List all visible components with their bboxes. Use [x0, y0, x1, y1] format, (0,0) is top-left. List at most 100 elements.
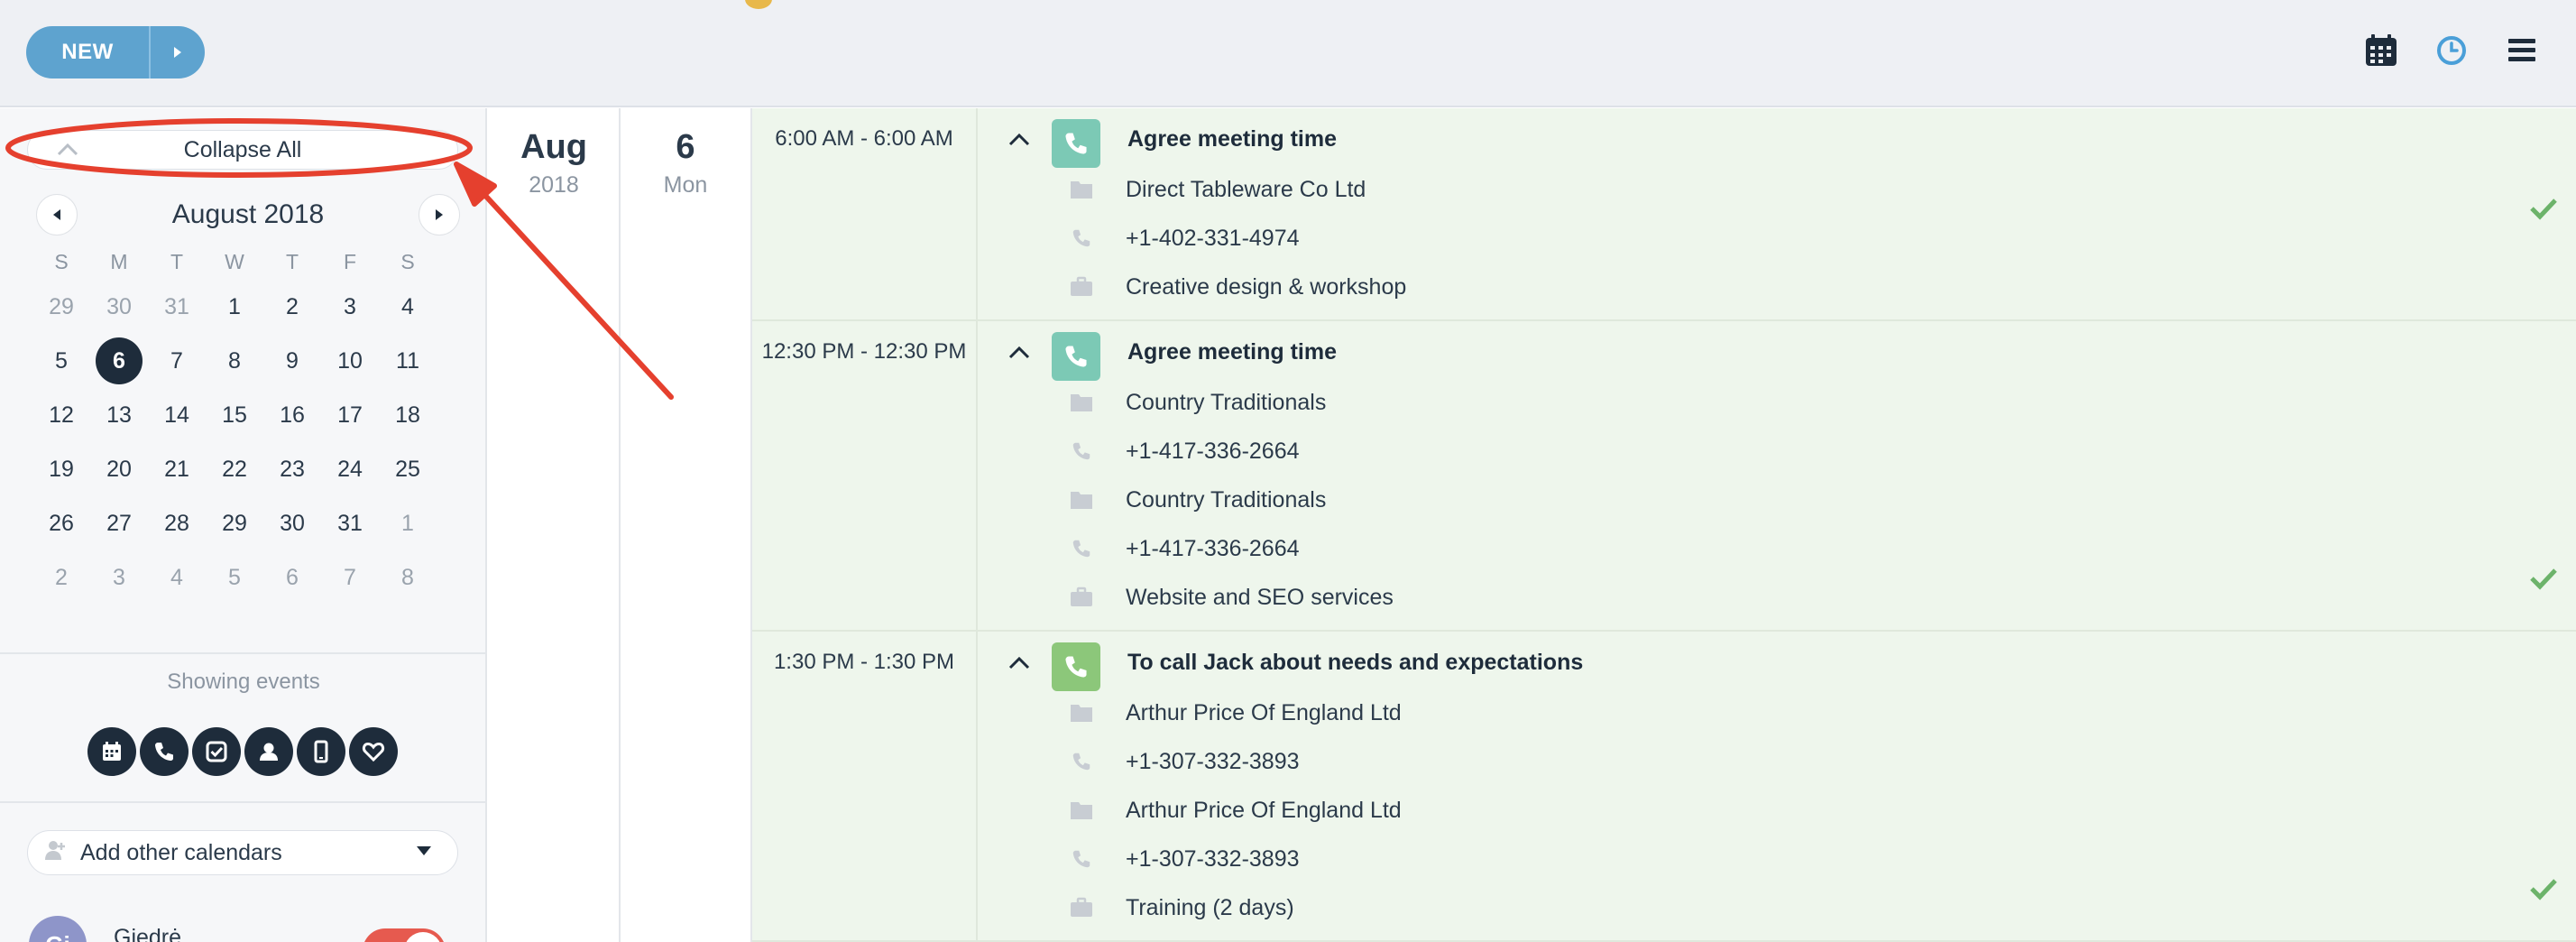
- calendar-day[interactable]: 25: [379, 446, 437, 493]
- selected-day[interactable]: 6: [96, 337, 143, 384]
- calendar-day[interactable]: 16: [263, 392, 321, 439]
- event-body: Agree meeting time Direct Tableware Co Lt…: [980, 108, 2576, 319]
- calendar-day[interactable]: 21: [148, 446, 206, 493]
- completed-check-icon[interactable]: [2529, 877, 2558, 905]
- calendar-icon[interactable]: [2363, 32, 2399, 69]
- calendar-day[interactable]: 1: [206, 283, 263, 330]
- calendar-day[interactable]: 24: [321, 446, 379, 493]
- add-other-calendars-dropdown[interactable]: Add other calendars: [27, 830, 458, 875]
- heart-filter-icon[interactable]: [349, 727, 398, 776]
- calendar-day[interactable]: 30: [90, 283, 148, 330]
- calendar-day[interactable]: 2: [263, 283, 321, 330]
- event-detail-text[interactable]: +1-417-336-2664: [1126, 536, 1300, 562]
- completed-check-icon[interactable]: [2529, 197, 2558, 225]
- calendar-day[interactable]: 29: [206, 500, 263, 547]
- calendar-filter-icon[interactable]: [87, 727, 136, 776]
- chevron-up-icon[interactable]: [1007, 130, 1032, 154]
- calendar-week-row: 26 27 28 29 30 31 1: [32, 496, 455, 550]
- event-detail-text[interactable]: +1-417-336-2664: [1126, 439, 1300, 465]
- event-detail-text[interactable]: +1-402-331-4974: [1126, 226, 1300, 252]
- user-calendar-toggle[interactable]: [363, 928, 446, 942]
- next-month-button[interactable]: [418, 194, 460, 236]
- calendar-day[interactable]: 5: [206, 554, 263, 601]
- calendar-day[interactable]: 4: [379, 283, 437, 330]
- folder-icon: [1068, 176, 1095, 203]
- calendar-day[interactable]: 31: [148, 283, 206, 330]
- events-list: 6:00 AM - 6:00 AM Agree meeting time Direc…: [752, 108, 2576, 942]
- clock-icon[interactable]: [2433, 32, 2470, 69]
- completed-check-icon[interactable]: [2529, 567, 2558, 595]
- calendar-day[interactable]: 7: [148, 337, 206, 384]
- event-detail-text[interactable]: Arthur Price Of England Ltd: [1126, 798, 1402, 824]
- divider: [0, 652, 487, 654]
- event-row[interactable]: 1:30 PM - 1:30 PM To call Jack about need…: [752, 632, 2576, 942]
- weekday-label: Mon: [663, 172, 708, 198]
- event-detail-text[interactable]: Arthur Price Of England Ltd: [1126, 700, 1402, 726]
- event-detail-text[interactable]: +1-307-332-3893: [1126, 846, 1300, 873]
- previous-month-button[interactable]: [36, 194, 78, 236]
- hamburger-menu-icon[interactable]: [2504, 32, 2540, 69]
- calendar-day[interactable]: 31: [321, 500, 379, 547]
- calendar-day[interactable]: 8: [379, 554, 437, 601]
- event-detail-text[interactable]: Training (2 days): [1126, 895, 1294, 921]
- event-detail-text[interactable]: Country Traditionals: [1126, 487, 1326, 513]
- calendar-day[interactable]: 1: [379, 500, 437, 547]
- add-person-icon: [42, 838, 68, 868]
- briefcase-icon: [1068, 894, 1095, 921]
- chevron-up-icon[interactable]: [1007, 653, 1032, 678]
- calendar-day[interactable]: 6: [90, 337, 148, 384]
- calendar-user-row: Gi Giedrė: [27, 916, 458, 942]
- calendar-day[interactable]: 2: [32, 554, 90, 601]
- event-time: 12:30 PM - 12:30 PM: [752, 321, 978, 630]
- calendar-day[interactable]: 8: [206, 337, 263, 384]
- contact-person-filter-icon[interactable]: [244, 727, 293, 776]
- calendar-day[interactable]: 5: [32, 337, 90, 384]
- calendar-day[interactable]: 17: [321, 392, 379, 439]
- calendar-day[interactable]: 9: [263, 337, 321, 384]
- calendar-day[interactable]: 12: [32, 392, 90, 439]
- event-detail-text[interactable]: Direct Tableware Co Ltd: [1126, 177, 1366, 203]
- event-title[interactable]: To call Jack about needs and expectation…: [1127, 650, 1583, 676]
- new-button-dropdown[interactable]: [151, 26, 205, 78]
- task-check-filter-icon[interactable]: [192, 727, 241, 776]
- month-column: Aug 2018: [489, 108, 621, 942]
- mobile-filter-icon[interactable]: [297, 727, 345, 776]
- event-row[interactable]: 12:30 PM - 12:30 PM Agree meeting time Cou…: [752, 321, 2576, 632]
- event-detail-text[interactable]: Country Traditionals: [1126, 390, 1326, 416]
- calendar-day[interactable]: 3: [321, 283, 379, 330]
- calendar-day[interactable]: 22: [206, 446, 263, 493]
- calendar-day[interactable]: 26: [32, 500, 90, 547]
- calendar-day[interactable]: 3: [90, 554, 148, 601]
- event-title[interactable]: Agree meeting time: [1127, 126, 1337, 152]
- calendar-day[interactable]: 4: [148, 554, 206, 601]
- calendar-day[interactable]: 13: [90, 392, 148, 439]
- calendar-day[interactable]: 15: [206, 392, 263, 439]
- calendar-day[interactable]: 10: [321, 337, 379, 384]
- phone-filter-icon[interactable]: [140, 727, 189, 776]
- calendar-week-row: 29 30 31 1 2 3 4: [32, 280, 455, 334]
- new-button-label[interactable]: NEW: [26, 26, 151, 78]
- calendar-day[interactable]: 29: [32, 283, 90, 330]
- calendar-day[interactable]: 28: [148, 500, 206, 547]
- calendar-day[interactable]: 14: [148, 392, 206, 439]
- calendar-day[interactable]: 27: [90, 500, 148, 547]
- calendar-day[interactable]: 20: [90, 446, 148, 493]
- calendar-day[interactable]: 18: [379, 392, 437, 439]
- event-row[interactable]: 6:00 AM - 6:00 AM Agree meeting time Direc…: [752, 108, 2576, 321]
- event-detail: Country Traditionals: [1068, 482, 1326, 518]
- event-detail-text[interactable]: +1-307-332-3893: [1126, 749, 1300, 775]
- caret-left-icon: [53, 209, 60, 220]
- calendar-day[interactable]: 11: [379, 337, 437, 384]
- event-detail-text[interactable]: Creative design & workshop: [1126, 274, 1406, 300]
- calendar-day[interactable]: 23: [263, 446, 321, 493]
- event-title[interactable]: Agree meeting time: [1127, 339, 1337, 365]
- calendar-day[interactable]: 19: [32, 446, 90, 493]
- calendar-day[interactable]: 7: [321, 554, 379, 601]
- collapse-all-button[interactable]: Collapse All: [27, 130, 458, 170]
- calendar-day[interactable]: 6: [263, 554, 321, 601]
- calendar-day[interactable]: 30: [263, 500, 321, 547]
- caret-right-icon: [174, 47, 181, 58]
- event-detail-text[interactable]: Website and SEO services: [1126, 585, 1394, 611]
- chevron-up-icon[interactable]: [1007, 343, 1032, 367]
- new-button[interactable]: NEW: [26, 26, 205, 78]
